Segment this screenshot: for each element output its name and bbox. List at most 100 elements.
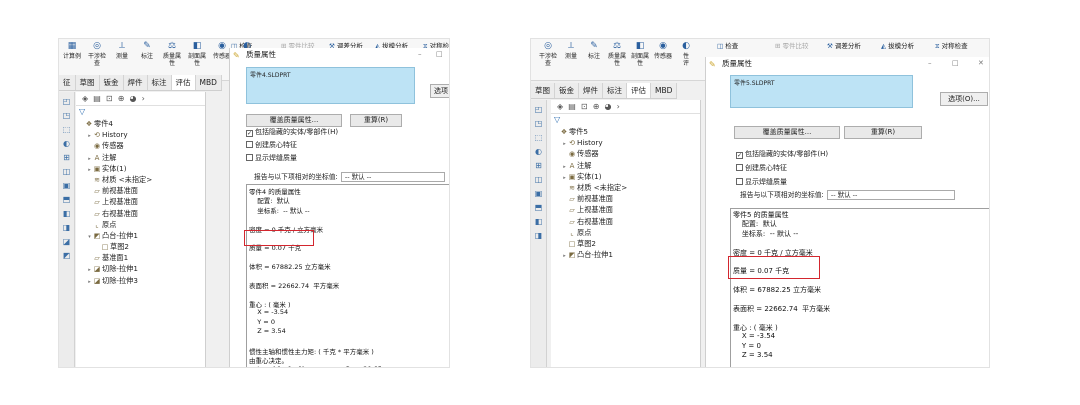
view-tool-icon[interactable]: ◫ xyxy=(62,167,71,176)
symmetry-command[interactable]: ⧖ 对称检查 xyxy=(935,40,968,51)
chevron-right-icon[interactable]: ▸ xyxy=(561,251,568,262)
draft-command[interactable]: ⚒ 调差分析 xyxy=(827,40,861,50)
override-mass-button[interactable]: 覆盖质量属性... xyxy=(246,114,342,127)
ribbon-button-calc[interactable]: ▦ 计算例 xyxy=(59,41,85,60)
view-tool-icon[interactable]: ◫ xyxy=(534,175,543,184)
dimxpert-icon[interactable]: ⊕ xyxy=(118,94,125,103)
option-checkbox[interactable]: 创建质心特征 xyxy=(736,164,787,173)
view-tool-icon[interactable]: ◰ xyxy=(62,97,71,106)
checkbox-checked-icon[interactable]: ✓ xyxy=(246,130,253,137)
ribbon-button-mass[interactable]: ⚖ 质量属性 xyxy=(159,41,185,67)
view-tool-icon[interactable]: ◧ xyxy=(534,217,543,226)
tab-5[interactable]: MBD xyxy=(651,83,678,98)
tree-node[interactable]: ▸ ▣ 实体(1) xyxy=(551,171,700,182)
ribbon-button-eval[interactable]: ◐ 性评 xyxy=(673,41,699,67)
maximize-icon[interactable]: □ xyxy=(436,48,443,61)
options-button[interactable]: 选项 xyxy=(430,84,449,98)
tree-node[interactable]: ▸ ⟲ History xyxy=(551,137,700,148)
checkbox-checked-icon[interactable]: ✓ xyxy=(736,152,743,159)
view-tool-icon[interactable]: ◧ xyxy=(62,209,71,218)
override-mass-button[interactable]: 覆盖质量属性... xyxy=(734,126,840,139)
tree-node[interactable]: ▸ ◪ 切除-拉伸3 xyxy=(76,275,205,286)
filter-icon[interactable]: ▽ xyxy=(76,106,205,118)
tree-node[interactable]: □ 草图2 xyxy=(76,241,205,252)
tab-4[interactable]: 评估 xyxy=(627,83,651,98)
chevron-right-icon[interactable]: ▸ xyxy=(86,277,93,288)
tree-node[interactable]: ⌞ 原点 xyxy=(76,219,205,230)
dimxpert-icon[interactable]: ⊕ xyxy=(593,102,600,111)
tree-node[interactable]: ▸ ◩ 凸台-拉伸1 xyxy=(551,249,700,260)
maximize-icon[interactable]: □ xyxy=(952,57,959,70)
configuration-icon[interactable]: ⊡ xyxy=(581,102,588,111)
minimize-icon[interactable]: – xyxy=(928,57,932,70)
tree-node[interactable]: ▱ 前视基准面 xyxy=(76,185,205,196)
tree-node[interactable]: ❖ 零件5 xyxy=(551,126,700,137)
tree-node[interactable]: ≋ 材质 <未指定> xyxy=(76,174,205,185)
recalculate-button[interactable]: 重算(R) xyxy=(844,126,922,139)
view-tool-icon[interactable]: ⬒ xyxy=(534,203,543,212)
display-manager-icon[interactable]: ◕ xyxy=(605,102,612,111)
ribbon-button-section[interactable]: ◧ 剖面属性 xyxy=(184,41,210,67)
ribbon-button-measure[interactable]: ⟂ 测量 xyxy=(109,41,135,60)
tree-node[interactable]: ◉ 传感器 xyxy=(76,140,205,151)
tree-node[interactable]: ▱ 右视基准面 xyxy=(551,216,700,227)
option-checkbox[interactable]: 显示焊缝质量 xyxy=(246,154,297,163)
option-checkbox[interactable]: 创建质心特征 xyxy=(246,141,297,150)
tree-node[interactable]: ▾ ◩ 凸台-拉伸1 xyxy=(76,230,205,241)
options-button[interactable]: 选项(O)... xyxy=(940,92,988,106)
tab-1[interactable]: 钣金 xyxy=(555,83,579,98)
view-tool-icon[interactable]: ◨ xyxy=(62,223,71,232)
view-tool-icon[interactable]: ◳ xyxy=(534,119,543,128)
tree-node[interactable]: ▸ ▣ 实体(1) xyxy=(76,163,205,174)
tab-6[interactable]: MBD xyxy=(196,75,222,90)
tab-0[interactable]: 征 xyxy=(59,75,76,90)
view-tool-icon[interactable]: ⬚ xyxy=(534,133,543,142)
configuration-icon[interactable]: ⊡ xyxy=(106,94,113,103)
view-tool-icon[interactable]: ⊞ xyxy=(534,161,543,170)
coord-select[interactable]: -- 默认 -- xyxy=(826,190,955,200)
checkbox-unchecked-icon[interactable] xyxy=(246,141,253,148)
minimize-icon[interactable]: – xyxy=(418,48,422,61)
close-icon[interactable]: ✕ xyxy=(978,57,984,70)
chevron-right-icon[interactable]: › xyxy=(617,102,620,111)
display-manager-icon[interactable]: ◕ xyxy=(130,94,137,103)
property-manager-icon[interactable]: ▤ xyxy=(93,94,101,103)
view-tool-icon[interactable]: ▣ xyxy=(62,181,71,190)
tree-node[interactable]: ◉ 传感器 xyxy=(551,148,700,159)
selected-items-box[interactable]: 零件5.SLDPRT xyxy=(730,75,913,108)
checkbox-unchecked-icon[interactable] xyxy=(736,164,743,171)
results-box[interactable]: 零件5 的质量属性 配置: 默认 坐标系: -- 默认 -- 密度 = 0 千克 … xyxy=(730,208,989,367)
tree-node[interactable]: ▸ A 注解 xyxy=(76,152,205,163)
tree-node[interactable]: ▱ 上视基准面 xyxy=(76,196,205,207)
tree-node[interactable]: ❖ 零件4 xyxy=(76,118,205,129)
recalculate-button[interactable]: 重算(R) xyxy=(350,114,402,127)
tab-2[interactable]: 焊件 xyxy=(579,83,603,98)
coord-select[interactable]: -- 默认 -- xyxy=(340,172,445,182)
view-tool-icon[interactable]: ◰ xyxy=(534,105,543,114)
ribbon-button-annotate[interactable]: ✎ 标注 xyxy=(134,41,160,60)
results-box[interactable]: 零件4 的质量属性 配置: 默认 坐标系: -- 默认 -- 密度 = 0 千克 … xyxy=(246,184,449,367)
property-manager-icon[interactable]: ▤ xyxy=(568,102,576,111)
tree-node[interactable]: ▱ 前视基准面 xyxy=(551,193,700,204)
tab-1[interactable]: 草图 xyxy=(76,75,100,90)
view-tool-icon[interactable]: ◳ xyxy=(62,111,71,120)
view-tool-icon[interactable]: ◐ xyxy=(62,139,71,148)
feature-manager-icon[interactable]: ◈ xyxy=(82,94,88,103)
tree-node[interactable]: ▸ A 注解 xyxy=(551,160,700,171)
option-checkbox[interactable]: ✓ 包括隐藏的实体/零部件(H) xyxy=(246,128,338,137)
tree-node[interactable]: ▱ 右视基准面 xyxy=(76,208,205,219)
view-tool-icon[interactable]: ⬚ xyxy=(62,125,71,134)
tab-3[interactable]: 焊件 xyxy=(124,75,148,90)
tab-2[interactable]: 钣金 xyxy=(100,75,124,90)
tree-node[interactable]: ≋ 材质 <未指定> xyxy=(551,182,700,193)
checkbox-unchecked-icon[interactable] xyxy=(736,178,743,185)
tab-3[interactable]: 标注 xyxy=(603,83,627,98)
tree-node[interactable]: ▱ 基准面1 xyxy=(76,252,205,263)
ribbon-button-interference[interactable]: ◎ 干涉检查 xyxy=(84,41,110,67)
option-checkbox[interactable]: 显示焊缝质量 xyxy=(736,178,787,187)
chevron-right-icon[interactable]: › xyxy=(142,94,145,103)
view-tool-icon[interactable]: ◪ xyxy=(62,237,71,246)
tree-node[interactable]: □ 草图2 xyxy=(551,238,700,249)
check-command[interactable]: ◫ 检查 xyxy=(717,40,738,50)
selected-items-box[interactable]: 零件4.SLDPRT xyxy=(246,67,415,104)
